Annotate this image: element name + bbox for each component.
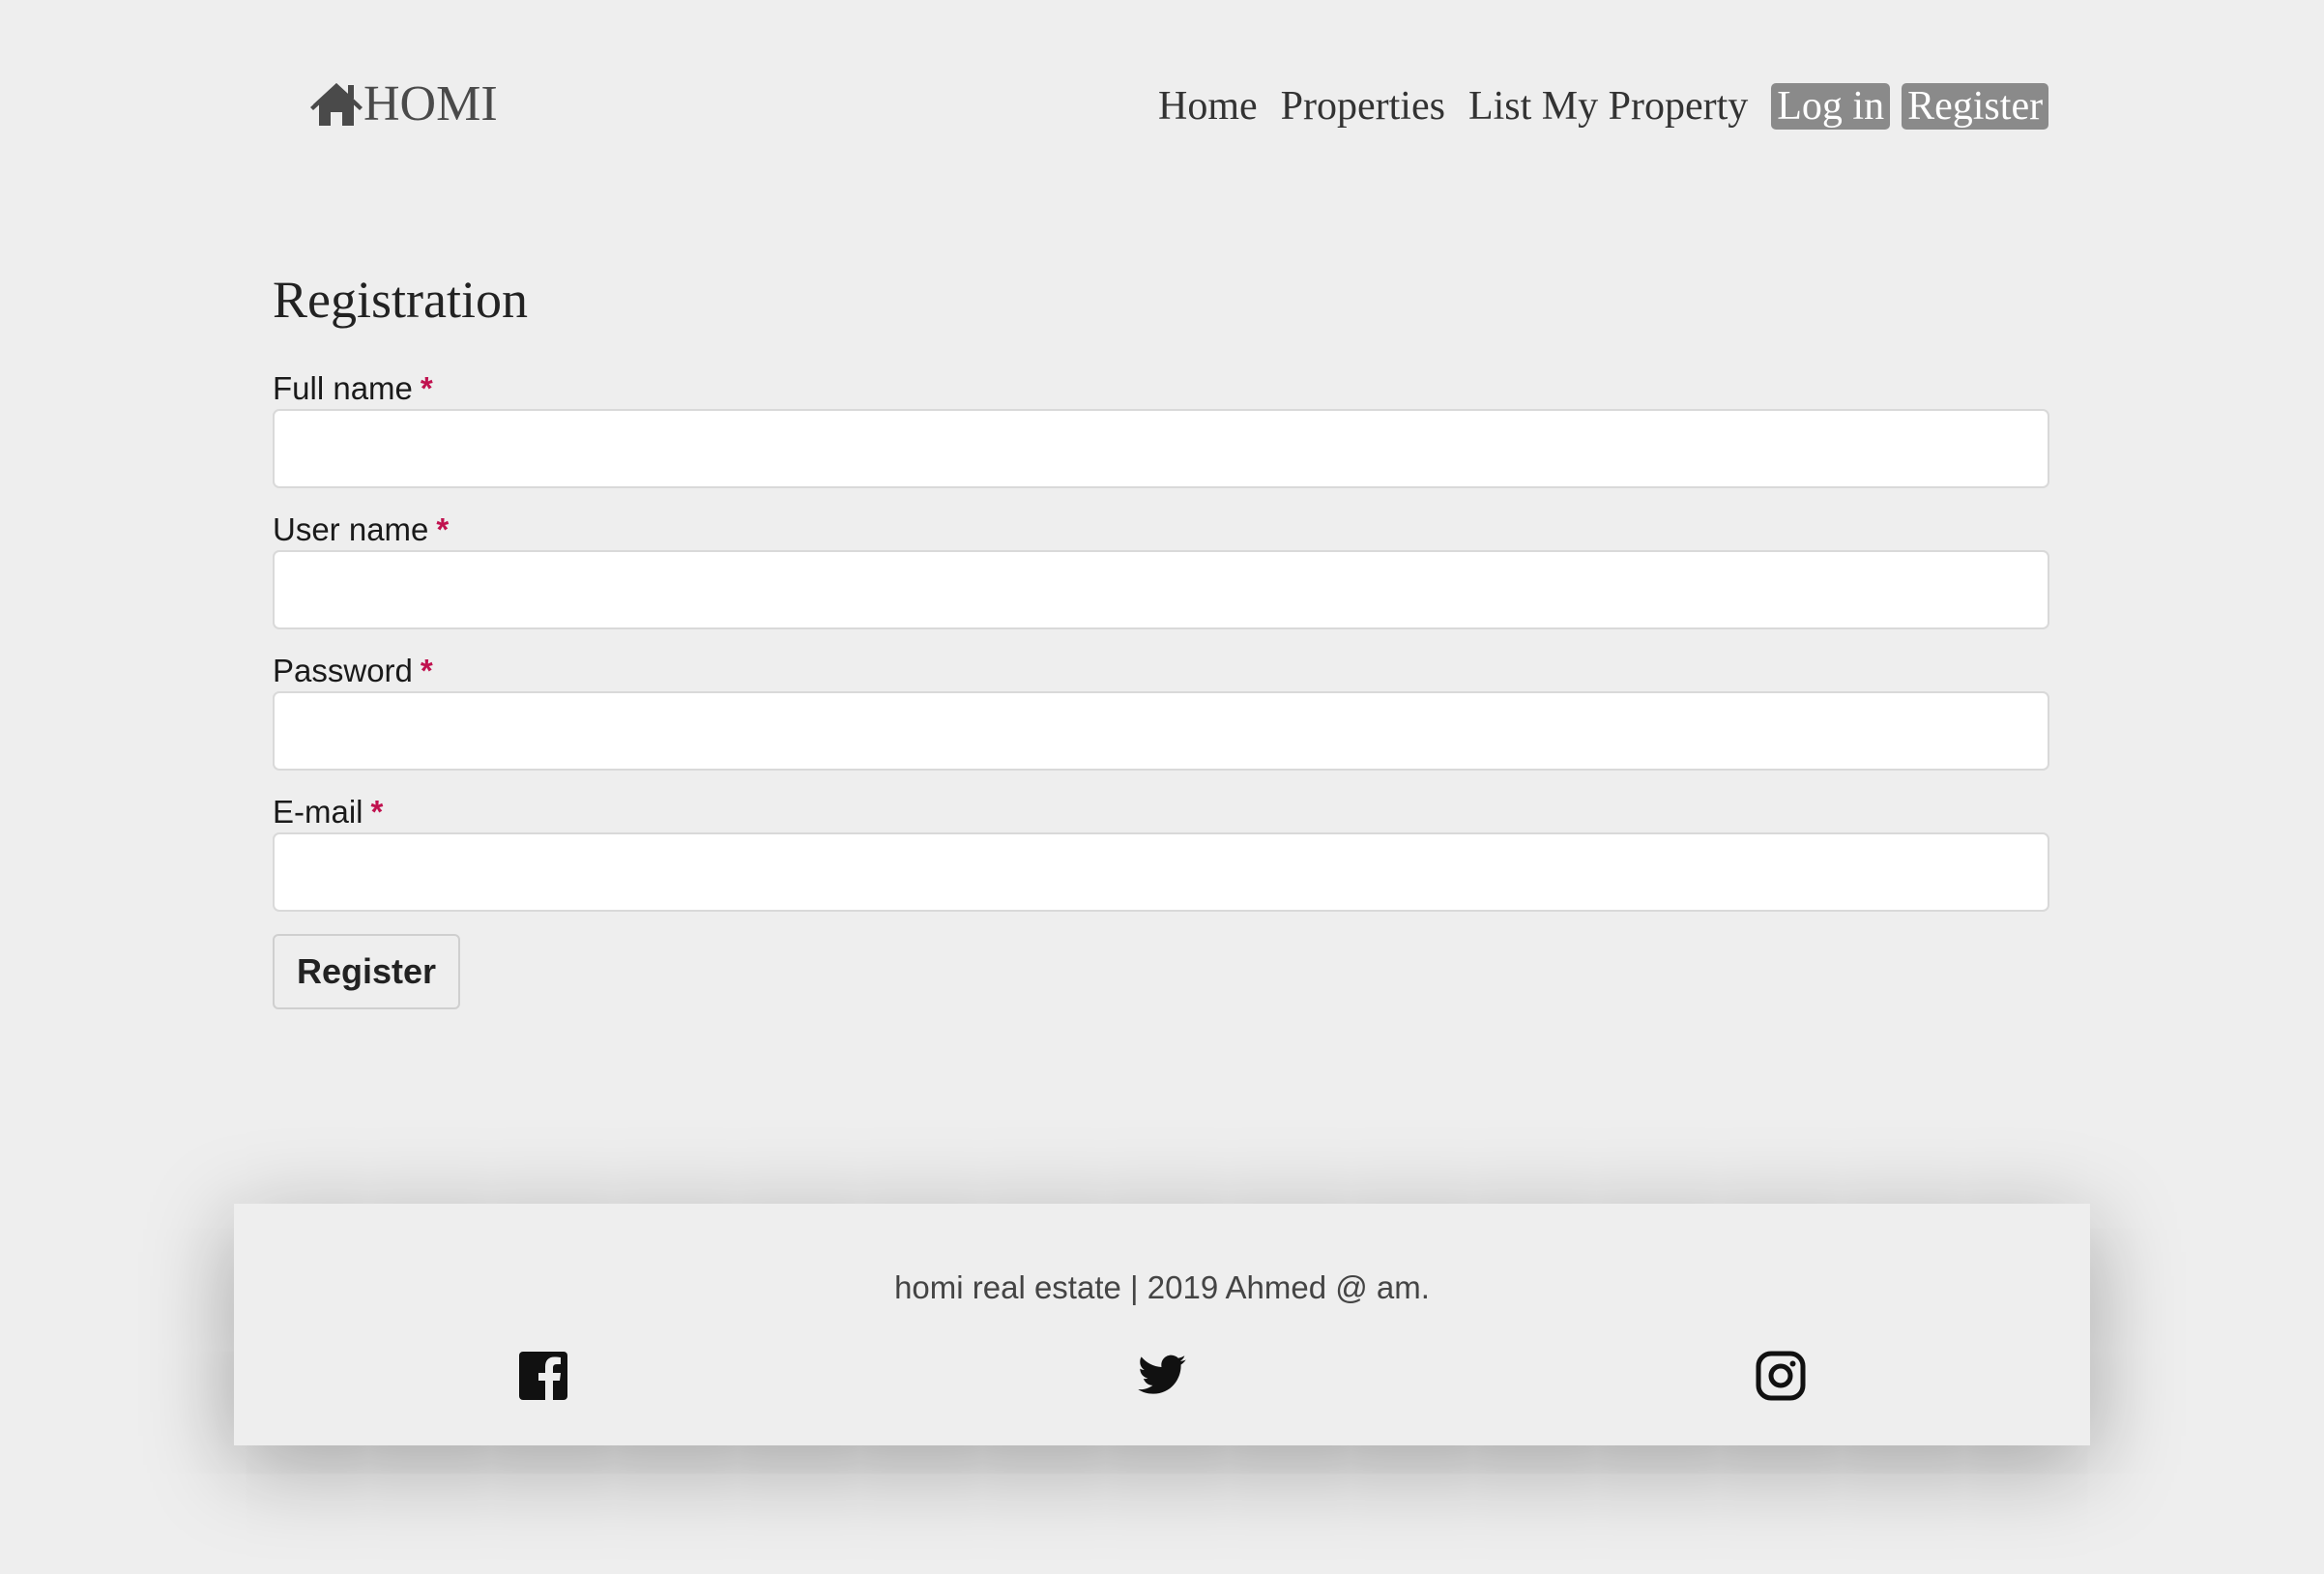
required-marker: *	[420, 653, 433, 688]
nav-list-my-property[interactable]: List My Property	[1468, 83, 1748, 130]
brand-name: HOMI	[363, 76, 498, 131]
full-name-label-text: Full name	[273, 370, 413, 406]
facebook-icon	[517, 1350, 569, 1402]
required-marker: *	[370, 794, 384, 830]
full-name-label: Full name *	[273, 369, 433, 408]
email-input[interactable]	[273, 832, 2049, 912]
nav-login-button[interactable]: Log in	[1771, 83, 1891, 130]
twitter-link[interactable]	[1133, 1347, 1191, 1405]
instagram-icon	[1755, 1350, 1807, 1402]
email-label-text: E-mail	[273, 794, 363, 830]
brand-logo[interactable]: HOMI	[309, 75, 498, 133]
required-marker: *	[420, 370, 433, 406]
user-name-label-text: User name	[273, 511, 429, 547]
page: HOMI Home Properties List My Property Lo…	[0, 0, 2324, 1574]
nav-register-button[interactable]: Register	[1902, 83, 2049, 130]
user-name-label: User name *	[273, 510, 449, 549]
facebook-link[interactable]	[514, 1347, 572, 1405]
password-label: Password *	[273, 652, 433, 690]
footer: homi real estate | 2019 Ahmed @ am.	[234, 1204, 2090, 1445]
page-title: Registration	[273, 271, 528, 329]
instagram-link[interactable]	[1752, 1347, 1810, 1405]
password-input[interactable]	[273, 691, 2049, 771]
register-submit-button[interactable]: Register	[273, 934, 460, 1009]
email-label: E-mail *	[273, 793, 383, 831]
password-label-text: Password	[273, 653, 413, 688]
user-name-input[interactable]	[273, 550, 2049, 629]
main-nav: Home Properties List My Property Log in …	[1158, 83, 2049, 130]
nav-properties[interactable]: Properties	[1281, 83, 1445, 130]
required-marker: *	[436, 511, 450, 547]
full-name-input[interactable]	[273, 409, 2049, 488]
twitter-icon	[1136, 1350, 1188, 1402]
footer-copyright: homi real estate | 2019 Ahmed @ am.	[894, 1269, 1430, 1305]
home-icon	[309, 79, 363, 130]
nav-home[interactable]: Home	[1158, 83, 1258, 130]
